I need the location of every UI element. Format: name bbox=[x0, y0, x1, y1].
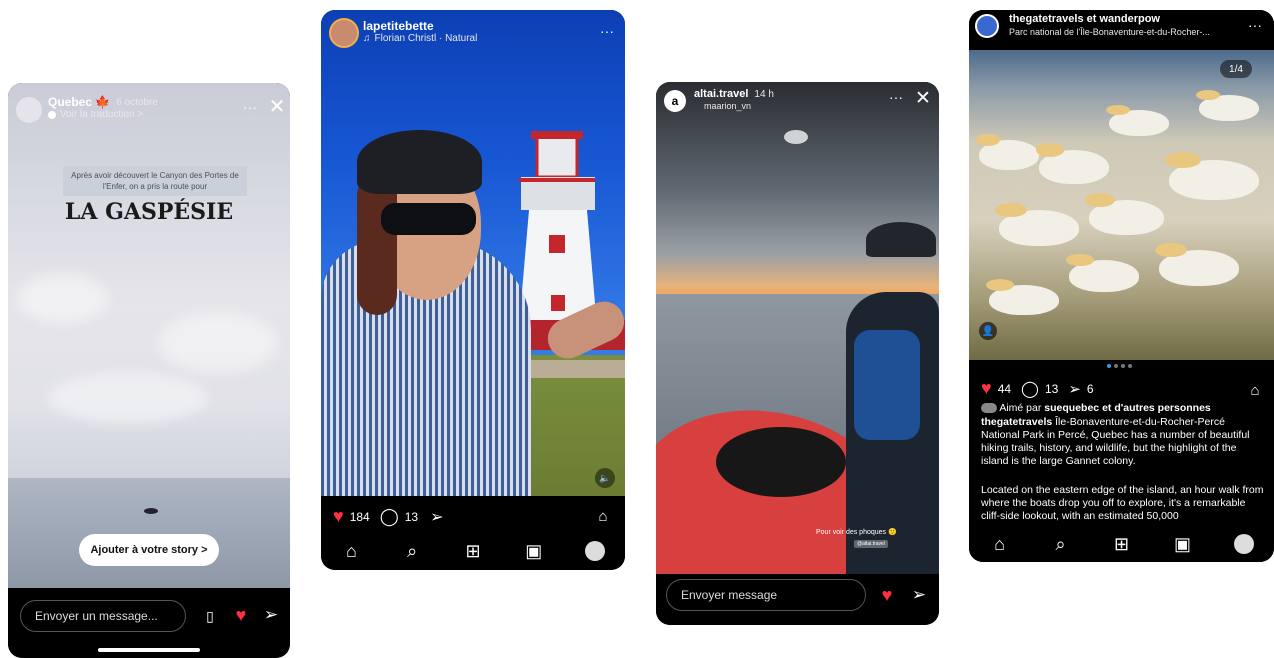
account-name[interactable]: lapetitebette bbox=[363, 19, 434, 33]
liked-by-suffix[interactable]: et d'autres personnes bbox=[1102, 402, 1211, 414]
heart-icon[interactable]: ♥ bbox=[333, 506, 344, 527]
post-location[interactable]: Parc national de l'Île-Bonaventure-et-du… bbox=[1009, 27, 1210, 37]
heart-icon[interactable]: ♥ bbox=[876, 584, 898, 606]
post-actions-bar: ♥ 184 ◯ 13 ➢ ⌂ ⌂ ⌕ ⊞ ▣ bbox=[321, 496, 625, 570]
life-jacket bbox=[854, 330, 920, 440]
add-to-story-button[interactable]: Ajouter à votre story > bbox=[79, 534, 219, 566]
home-icon[interactable]: ⌂ bbox=[336, 536, 366, 566]
whale-silhouette bbox=[144, 508, 158, 514]
post-header: thegatetravels et wanderpow Parc nationa… bbox=[969, 10, 1274, 50]
comments-count[interactable]: 13 bbox=[1045, 382, 1058, 396]
likes-count[interactable]: 184 bbox=[350, 510, 370, 524]
caption-continuation: Located on the eastern edge of the islan… bbox=[981, 484, 1264, 522]
liker-avatars bbox=[981, 403, 997, 414]
kayak-cockpit bbox=[716, 427, 846, 497]
heart-icon[interactable]: ♥ bbox=[230, 604, 252, 626]
liked-by: Aimé par suequebec et d'autres personnes bbox=[981, 402, 1266, 415]
music-icon: ♫ bbox=[363, 33, 371, 44]
share-icon[interactable]: ➢ bbox=[908, 584, 930, 606]
more-icon[interactable]: ··· bbox=[240, 97, 260, 117]
comments-count[interactable]: 13 bbox=[405, 510, 418, 524]
shares-count[interactable]: 6 bbox=[1087, 382, 1094, 396]
music-label[interactable]: Florian Christl · Natural bbox=[375, 33, 478, 44]
reel-lapetitebette: lapetitebette ♫ Florian Christl · Natura… bbox=[321, 10, 625, 570]
avatar[interactable] bbox=[16, 97, 42, 123]
liked-by-prefix: Aimé par bbox=[999, 402, 1042, 414]
home-icon[interactable]: ⌂ bbox=[985, 529, 1015, 559]
comment-icon[interactable]: ◯ bbox=[1021, 379, 1039, 399]
story-date: 6 octobre bbox=[116, 96, 158, 108]
create-icon[interactable]: ⊞ bbox=[458, 536, 488, 566]
story-time: 14 h bbox=[754, 88, 774, 100]
share-icon[interactable]: ➢ bbox=[260, 604, 282, 626]
bookmark-icon[interactable]: ⌂ bbox=[1245, 380, 1265, 400]
sunglasses bbox=[381, 203, 476, 235]
profile-icon[interactable] bbox=[1229, 529, 1259, 559]
more-icon[interactable]: ··· bbox=[886, 88, 906, 106]
likes-count[interactable]: 44 bbox=[998, 382, 1011, 396]
sea bbox=[8, 478, 290, 588]
story-account-name[interactable]: Quebec 🍁 bbox=[48, 95, 110, 109]
story-caption: Pour voir des phoques 🙂 bbox=[816, 529, 897, 536]
cloud bbox=[48, 373, 208, 423]
sound-icon[interactable]: 🔈 bbox=[595, 468, 615, 488]
comment-icon[interactable]: ◯ bbox=[380, 507, 399, 527]
cap bbox=[357, 130, 482, 194]
user-tag-icon[interactable]: 👤 bbox=[979, 322, 997, 340]
story-reply-bar: Envoyer message ♥ ➢ bbox=[656, 574, 939, 625]
close-icon[interactable]: ✕ bbox=[912, 87, 934, 109]
mention-label[interactable]: maarion_vn bbox=[704, 101, 751, 111]
close-icon[interactable]: ✕ bbox=[266, 95, 288, 118]
share-icon[interactable]: ➢ bbox=[1068, 380, 1081, 398]
search-icon[interactable]: ⌕ bbox=[1046, 529, 1076, 559]
post-caption: thegatetravels Île-Bonaventure-et-du-Roc… bbox=[981, 416, 1266, 468]
mention-tag[interactable]: @altai.travel bbox=[854, 540, 888, 548]
liked-by-user[interactable]: suequebec bbox=[1044, 402, 1099, 414]
story-quebec: Quebec 🍁 6 octobre Voir la traduction > … bbox=[8, 83, 290, 658]
heart-icon[interactable]: ♥ bbox=[981, 378, 992, 399]
cap bbox=[866, 222, 936, 257]
bookmark-icon[interactable]: ⌂ bbox=[593, 506, 613, 526]
avatar[interactable]: a bbox=[664, 90, 686, 112]
story-altai: a altai.travel 14 h maarion_vn ··· ✕ Pou… bbox=[656, 82, 939, 625]
story-account-name[interactable]: altai.travel bbox=[694, 88, 748, 100]
post-photo[interactable]: 1/4 👤 bbox=[969, 50, 1274, 360]
post-thegatetravels: thegatetravels et wanderpow Parc nationa… bbox=[969, 10, 1274, 562]
avatar[interactable] bbox=[975, 14, 999, 38]
search-icon[interactable]: ⌕ bbox=[397, 536, 427, 566]
message-input[interactable]: Envoyer message bbox=[666, 579, 866, 611]
seal-sticker bbox=[784, 130, 808, 144]
story-reply-bar: Envoyer un message... ▯ ♥ ➢ bbox=[8, 588, 290, 658]
story-sticker-text: Après avoir découvert le Canyon des Port… bbox=[63, 166, 247, 196]
home-indicator bbox=[98, 648, 200, 652]
reels-icon[interactable]: ▣ bbox=[519, 536, 549, 566]
stack-icon[interactable]: ▯ bbox=[200, 606, 220, 626]
caption-user[interactable]: thegatetravels bbox=[981, 416, 1052, 428]
more-icon[interactable]: ··· bbox=[1245, 16, 1265, 34]
carousel-dots bbox=[1107, 364, 1132, 368]
cloud bbox=[18, 273, 108, 323]
create-icon[interactable]: ⊞ bbox=[1107, 529, 1137, 559]
avatar[interactable] bbox=[329, 18, 359, 48]
translate-link[interactable]: Voir la traduction > bbox=[60, 109, 143, 120]
post-accounts[interactable]: thegatetravels et wanderpow bbox=[1009, 13, 1160, 25]
sunset-sky bbox=[656, 82, 939, 297]
message-input[interactable]: Envoyer un message... bbox=[20, 600, 186, 632]
photo-counter: 1/4 bbox=[1220, 60, 1252, 78]
post-feed: ♥ 44 ◯ 13 ➢ 6 ⌂ Aimé par suequebec et d'… bbox=[969, 360, 1274, 562]
globe-icon bbox=[48, 110, 56, 119]
profile-icon[interactable] bbox=[580, 536, 610, 566]
reels-icon[interactable]: ▣ bbox=[1168, 529, 1198, 559]
more-icon[interactable]: ··· bbox=[597, 22, 617, 40]
hair bbox=[357, 175, 397, 315]
cloud bbox=[158, 313, 278, 373]
share-icon[interactable]: ➢ bbox=[430, 507, 443, 527]
story-headline: LA GASPÉSIE bbox=[64, 199, 234, 225]
